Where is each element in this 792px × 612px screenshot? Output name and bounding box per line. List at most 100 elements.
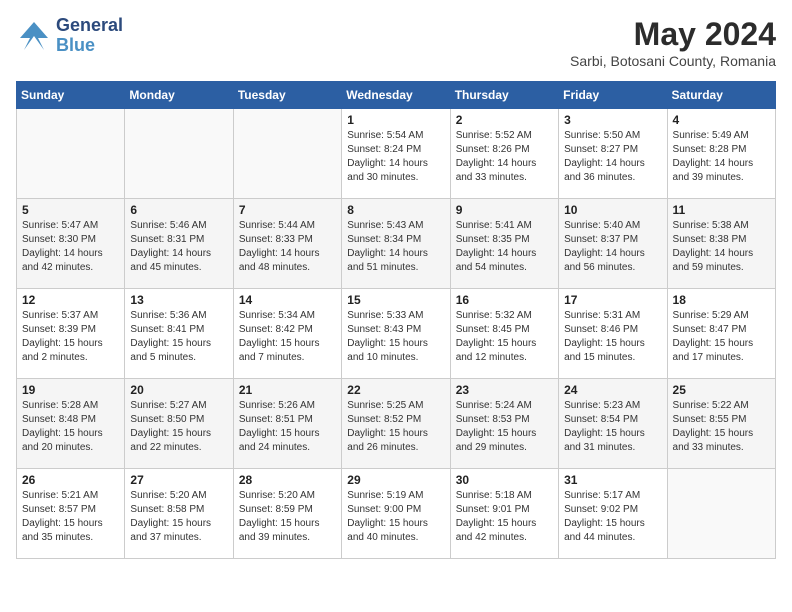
calendar-cell: 18Sunrise: 5:29 AM Sunset: 8:47 PM Dayli… <box>667 289 775 379</box>
calendar-cell: 29 Sunrise: 5:19 AM Sunset: 9:00 PM Dayli… <box>342 469 450 559</box>
day-number: 13 <box>130 293 227 307</box>
logo: General Blue <box>16 16 123 56</box>
day-info: Sunrise: 5:32 AM Sunset: 8:45 PM Dayligh… <box>456 309 553 365</box>
calendar-cell <box>17 109 125 199</box>
calendar-cell: 26 Sunrise: 5:21 AM Sunset: 8:57 PM Dayli… <box>17 469 125 559</box>
day-info: Sunrise: 5:20 AM Sunset: 8:58 PM Dayligh… <box>130 489 227 545</box>
calendar-cell: 24 Sunrise: 5:23 AM Sunset: 8:54 PM Dayli… <box>559 379 667 469</box>
calendar-cell: 21 Sunrise: 5:26 AM Sunset: 8:51 PM Dayli… <box>233 379 341 469</box>
day-number: 28 <box>239 473 336 487</box>
day-number: 30 <box>456 473 553 487</box>
day-number: 27 <box>130 473 227 487</box>
week-row-5: 26 Sunrise: 5:21 AM Sunset: 8:57 PM Dayli… <box>17 469 776 559</box>
day-info: Sunrise: 5:23 AM Sunset: 8:54 PM Dayligh… <box>564 399 661 455</box>
calendar-body: 1 Sunrise: 5:54 AM Sunset: 8:24 PM Daylig… <box>17 109 776 559</box>
day-number: 31 <box>564 473 661 487</box>
day-info: Sunrise: 5:25 AM Sunset: 8:52 PM Dayligh… <box>347 399 444 455</box>
day-info: Sunrise: 5:38 AM Sunset: 8:38 PM Dayligh… <box>673 219 770 275</box>
day-info: Sunrise: 5:18 AM Sunset: 9:01 PM Dayligh… <box>456 489 553 545</box>
logo-line2: Blue <box>56 36 123 56</box>
calendar-cell: 25Sunrise: 5:22 AM Sunset: 8:55 PM Dayli… <box>667 379 775 469</box>
calendar-cell: 13 Sunrise: 5:36 AM Sunset: 8:41 PM Dayli… <box>125 289 233 379</box>
day-number: 29 <box>347 473 444 487</box>
week-row-4: 19Sunrise: 5:28 AM Sunset: 8:48 PM Dayli… <box>17 379 776 469</box>
day-number: 26 <box>22 473 119 487</box>
day-number: 1 <box>347 113 444 127</box>
day-info: Sunrise: 5:27 AM Sunset: 8:50 PM Dayligh… <box>130 399 227 455</box>
day-info: Sunrise: 5:17 AM Sunset: 9:02 PM Dayligh… <box>564 489 661 545</box>
day-number: 18 <box>673 293 770 307</box>
day-info: Sunrise: 5:31 AM Sunset: 8:46 PM Dayligh… <box>564 309 661 365</box>
header-cell-sunday: Sunday <box>17 82 125 109</box>
day-number: 14 <box>239 293 336 307</box>
day-info: Sunrise: 5:43 AM Sunset: 8:34 PM Dayligh… <box>347 219 444 275</box>
day-info: Sunrise: 5:37 AM Sunset: 8:39 PM Dayligh… <box>22 309 119 365</box>
header-cell-wednesday: Wednesday <box>342 82 450 109</box>
day-info: Sunrise: 5:44 AM Sunset: 8:33 PM Dayligh… <box>239 219 336 275</box>
calendar-header: SundayMondayTuesdayWednesdayThursdayFrid… <box>17 82 776 109</box>
header-cell-thursday: Thursday <box>450 82 558 109</box>
day-info: Sunrise: 5:28 AM Sunset: 8:48 PM Dayligh… <box>22 399 119 455</box>
title-section: May 2024 Sarbi, Botosani County, Romania <box>570 16 776 69</box>
day-info: Sunrise: 5:26 AM Sunset: 8:51 PM Dayligh… <box>239 399 336 455</box>
day-info: Sunrise: 5:22 AM Sunset: 8:55 PM Dayligh… <box>673 399 770 455</box>
day-info: Sunrise: 5:41 AM Sunset: 8:35 PM Dayligh… <box>456 219 553 275</box>
day-info: Sunrise: 5:40 AM Sunset: 8:37 PM Dayligh… <box>564 219 661 275</box>
calendar-cell: 4Sunrise: 5:49 AM Sunset: 8:28 PM Daylig… <box>667 109 775 199</box>
calendar-cell: 7 Sunrise: 5:44 AM Sunset: 8:33 PM Daylig… <box>233 199 341 289</box>
calendar-cell: 11 Sunrise: 5:38 AM Sunset: 8:38 PM Dayli… <box>667 199 775 289</box>
week-row-2: 5 Sunrise: 5:47 AM Sunset: 8:30 PM Daylig… <box>17 199 776 289</box>
day-number: 16 <box>456 293 553 307</box>
page-header: General Blue May 2024 Sarbi, Botosani Co… <box>16 16 776 69</box>
calendar-table: SundayMondayTuesdayWednesdayThursdayFrid… <box>16 81 776 559</box>
day-info: Sunrise: 5:49 AM Sunset: 8:28 PM Dayligh… <box>673 129 770 185</box>
calendar-cell: 8Sunrise: 5:43 AM Sunset: 8:34 PM Daylig… <box>342 199 450 289</box>
header-cell-tuesday: Tuesday <box>233 82 341 109</box>
calendar-cell: 17Sunrise: 5:31 AM Sunset: 8:46 PM Dayli… <box>559 289 667 379</box>
day-info: Sunrise: 5:50 AM Sunset: 8:27 PM Dayligh… <box>564 129 661 185</box>
day-number: 12 <box>22 293 119 307</box>
calendar-cell: 22 Sunrise: 5:25 AM Sunset: 8:52 PM Dayli… <box>342 379 450 469</box>
day-info: Sunrise: 5:20 AM Sunset: 8:59 PM Dayligh… <box>239 489 336 545</box>
logo-text: General Blue <box>56 16 123 56</box>
day-number: 11 <box>673 203 770 217</box>
week-row-1: 1 Sunrise: 5:54 AM Sunset: 8:24 PM Daylig… <box>17 109 776 199</box>
calendar-cell: 10 Sunrise: 5:40 AM Sunset: 8:37 PM Dayli… <box>559 199 667 289</box>
day-number: 20 <box>130 383 227 397</box>
calendar-cell <box>233 109 341 199</box>
day-info: Sunrise: 5:24 AM Sunset: 8:53 PM Dayligh… <box>456 399 553 455</box>
day-number: 24 <box>564 383 661 397</box>
calendar-cell: 19Sunrise: 5:28 AM Sunset: 8:48 PM Dayli… <box>17 379 125 469</box>
calendar-cell: 6 Sunrise: 5:46 AM Sunset: 8:31 PM Daylig… <box>125 199 233 289</box>
calendar-cell: 12 Sunrise: 5:37 AM Sunset: 8:39 PM Dayli… <box>17 289 125 379</box>
day-info: Sunrise: 5:52 AM Sunset: 8:26 PM Dayligh… <box>456 129 553 185</box>
day-info: Sunrise: 5:46 AM Sunset: 8:31 PM Dayligh… <box>130 219 227 275</box>
calendar-cell: 20 Sunrise: 5:27 AM Sunset: 8:50 PM Dayli… <box>125 379 233 469</box>
day-number: 5 <box>22 203 119 217</box>
day-number: 10 <box>564 203 661 217</box>
calendar-cell: 1 Sunrise: 5:54 AM Sunset: 8:24 PM Daylig… <box>342 109 450 199</box>
day-info: Sunrise: 5:34 AM Sunset: 8:42 PM Dayligh… <box>239 309 336 365</box>
day-number: 22 <box>347 383 444 397</box>
calendar-cell: 15 Sunrise: 5:33 AM Sunset: 8:43 PM Dayli… <box>342 289 450 379</box>
day-number: 6 <box>130 203 227 217</box>
header-row: SundayMondayTuesdayWednesdayThursdayFrid… <box>17 82 776 109</box>
calendar-cell: 28 Sunrise: 5:20 AM Sunset: 8:59 PM Dayli… <box>233 469 341 559</box>
calendar-cell: 9 Sunrise: 5:41 AM Sunset: 8:35 PM Daylig… <box>450 199 558 289</box>
day-number: 7 <box>239 203 336 217</box>
calendar-cell: 27 Sunrise: 5:20 AM Sunset: 8:58 PM Dayli… <box>125 469 233 559</box>
day-info: Sunrise: 5:54 AM Sunset: 8:24 PM Dayligh… <box>347 129 444 185</box>
day-info: Sunrise: 5:21 AM Sunset: 8:57 PM Dayligh… <box>22 489 119 545</box>
day-info: Sunrise: 5:33 AM Sunset: 8:43 PM Dayligh… <box>347 309 444 365</box>
header-cell-saturday: Saturday <box>667 82 775 109</box>
day-number: 9 <box>456 203 553 217</box>
day-number: 21 <box>239 383 336 397</box>
day-info: Sunrise: 5:36 AM Sunset: 8:41 PM Dayligh… <box>130 309 227 365</box>
header-cell-friday: Friday <box>559 82 667 109</box>
calendar-cell: 30 Sunrise: 5:18 AM Sunset: 9:01 PM Dayli… <box>450 469 558 559</box>
header-cell-monday: Monday <box>125 82 233 109</box>
location: Sarbi, Botosani County, Romania <box>570 53 776 69</box>
day-info: Sunrise: 5:19 AM Sunset: 9:00 PM Dayligh… <box>347 489 444 545</box>
day-info: Sunrise: 5:47 AM Sunset: 8:30 PM Dayligh… <box>22 219 119 275</box>
day-number: 15 <box>347 293 444 307</box>
